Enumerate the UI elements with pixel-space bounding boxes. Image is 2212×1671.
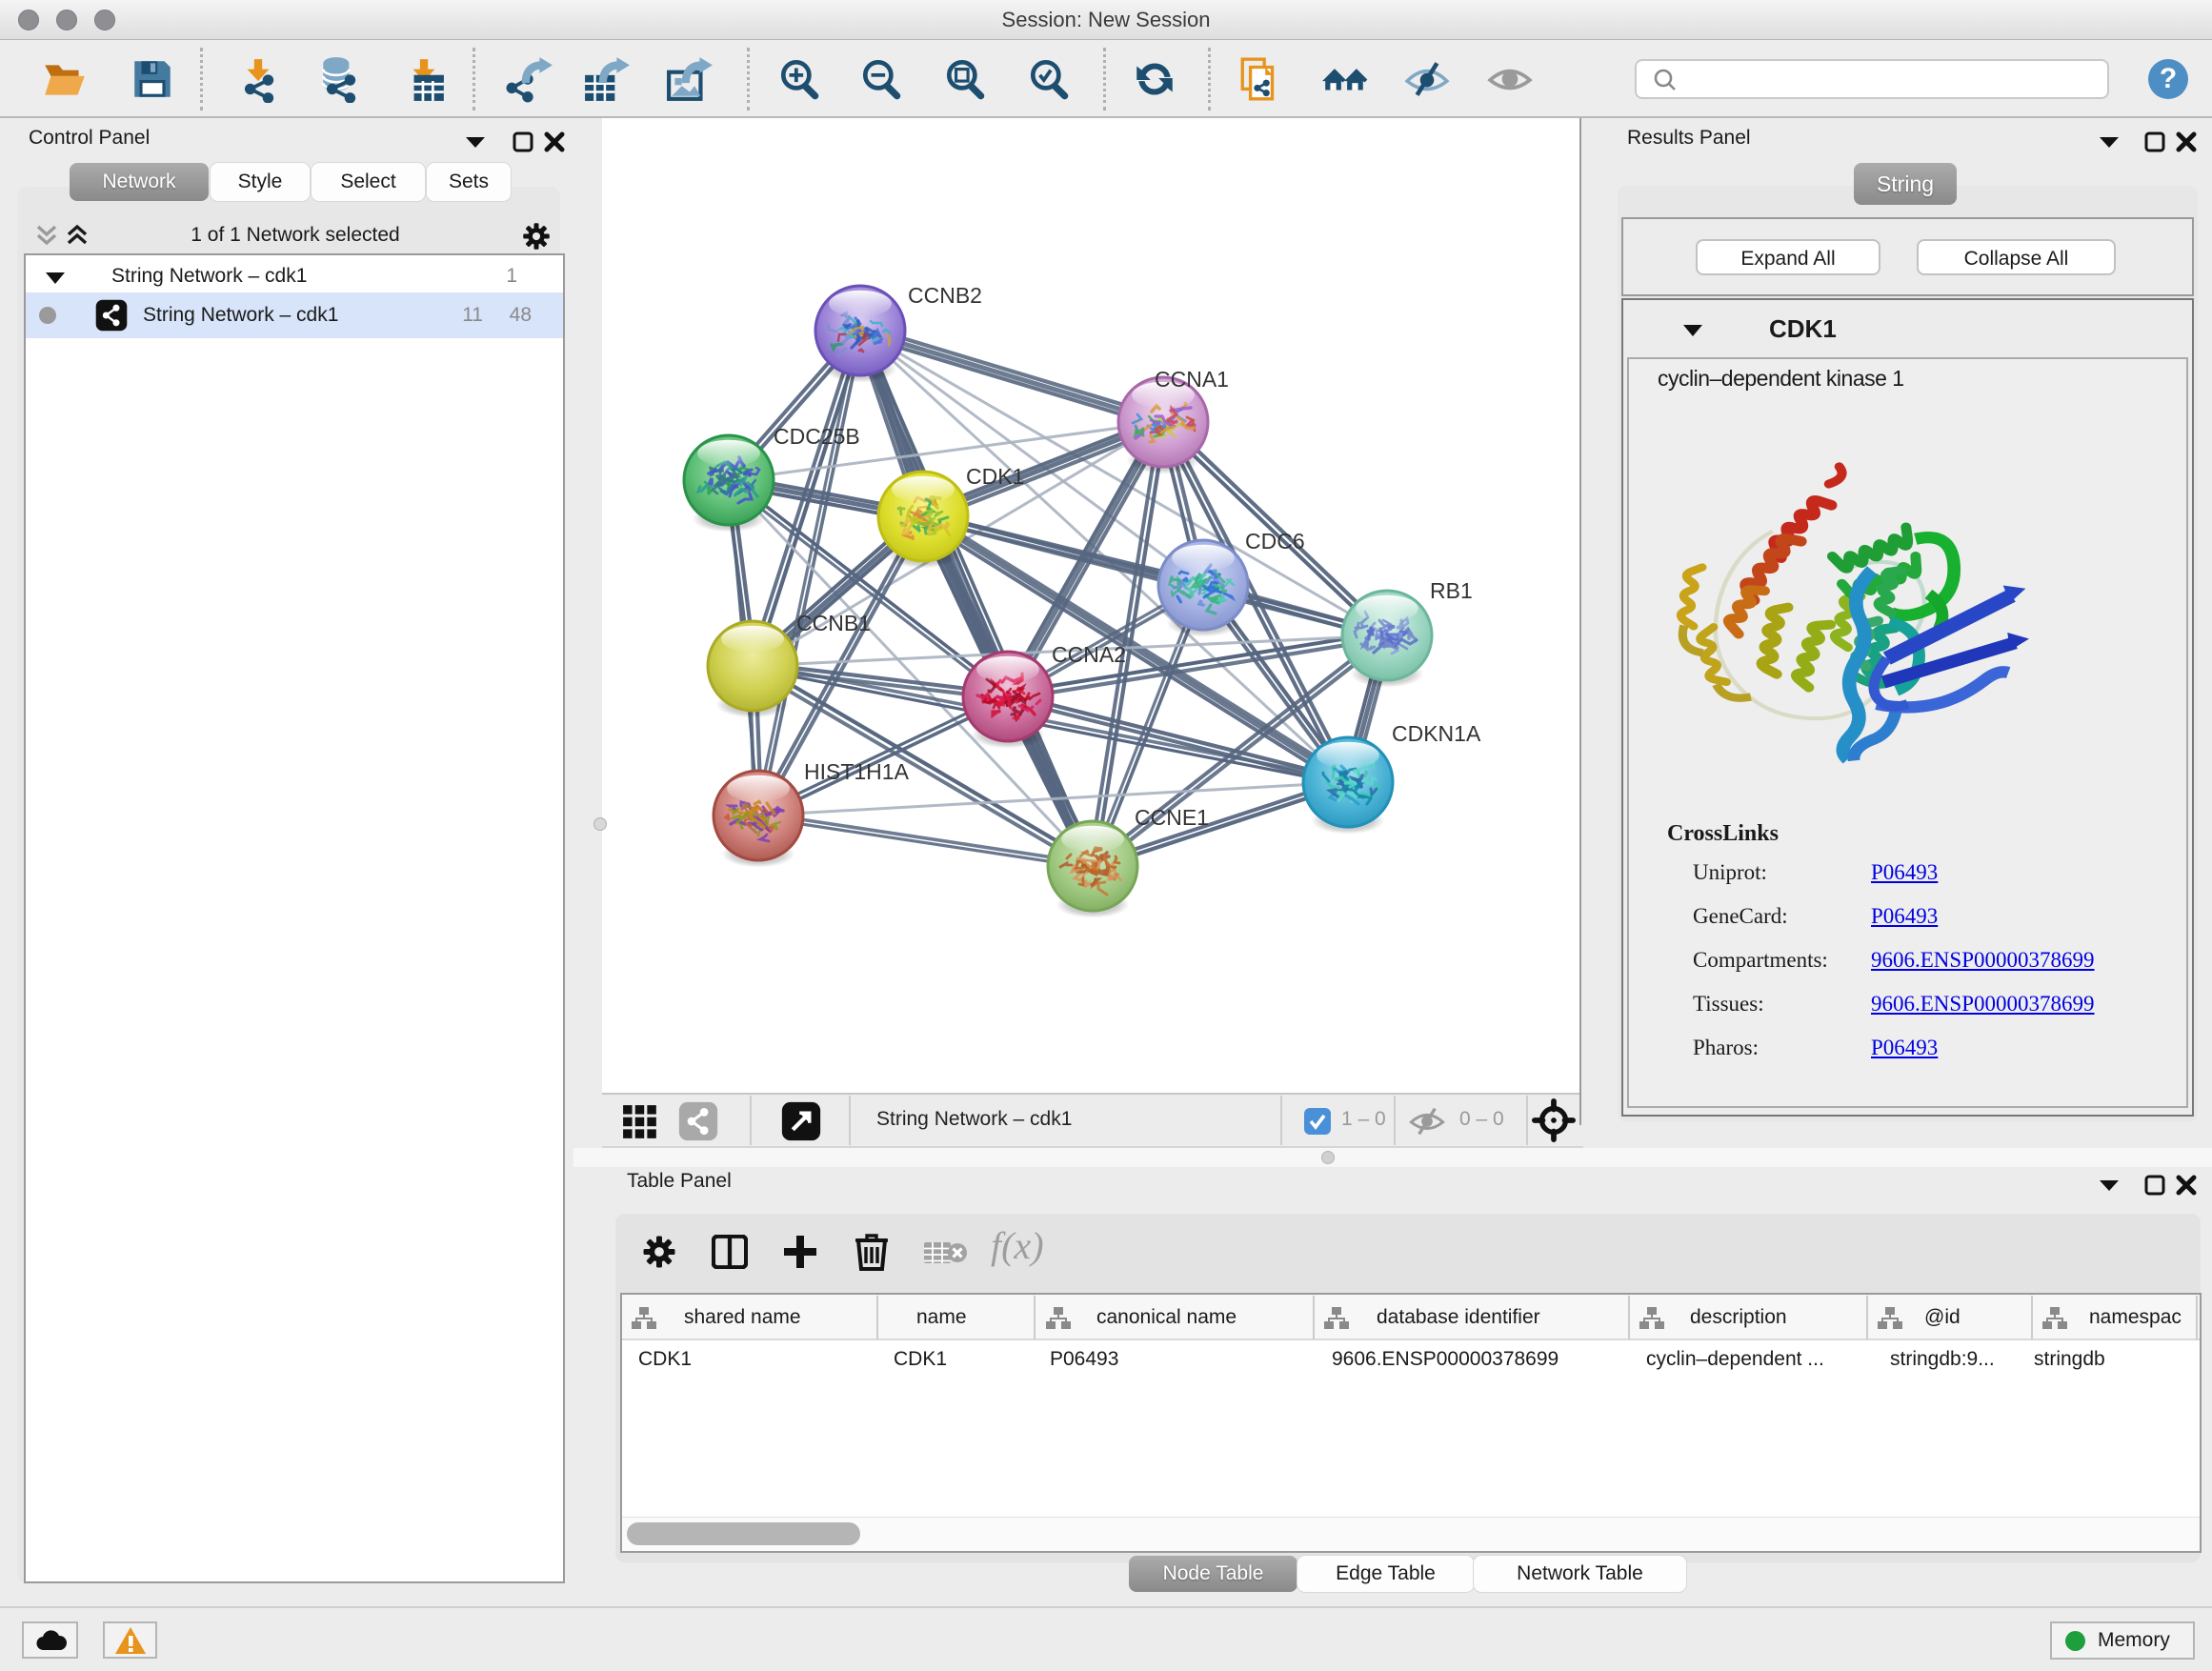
svg-text:CDC25B: CDC25B xyxy=(774,424,860,449)
svg-text:CCNA2: CCNA2 xyxy=(1052,642,1126,667)
svg-text:CDK1: CDK1 xyxy=(966,464,1024,489)
svg-text:CCNE1: CCNE1 xyxy=(1135,805,1209,830)
svg-text:HIST1H1A: HIST1H1A xyxy=(804,759,910,784)
svg-text:RB1: RB1 xyxy=(1430,578,1473,603)
svg-text:CDKN1A: CDKN1A xyxy=(1392,721,1481,746)
svg-text:CCNB2: CCNB2 xyxy=(908,283,982,308)
svg-text:CCNB1: CCNB1 xyxy=(796,611,871,635)
svg-text:CDC6: CDC6 xyxy=(1245,529,1305,554)
svg-text:CCNA1: CCNA1 xyxy=(1155,367,1229,392)
